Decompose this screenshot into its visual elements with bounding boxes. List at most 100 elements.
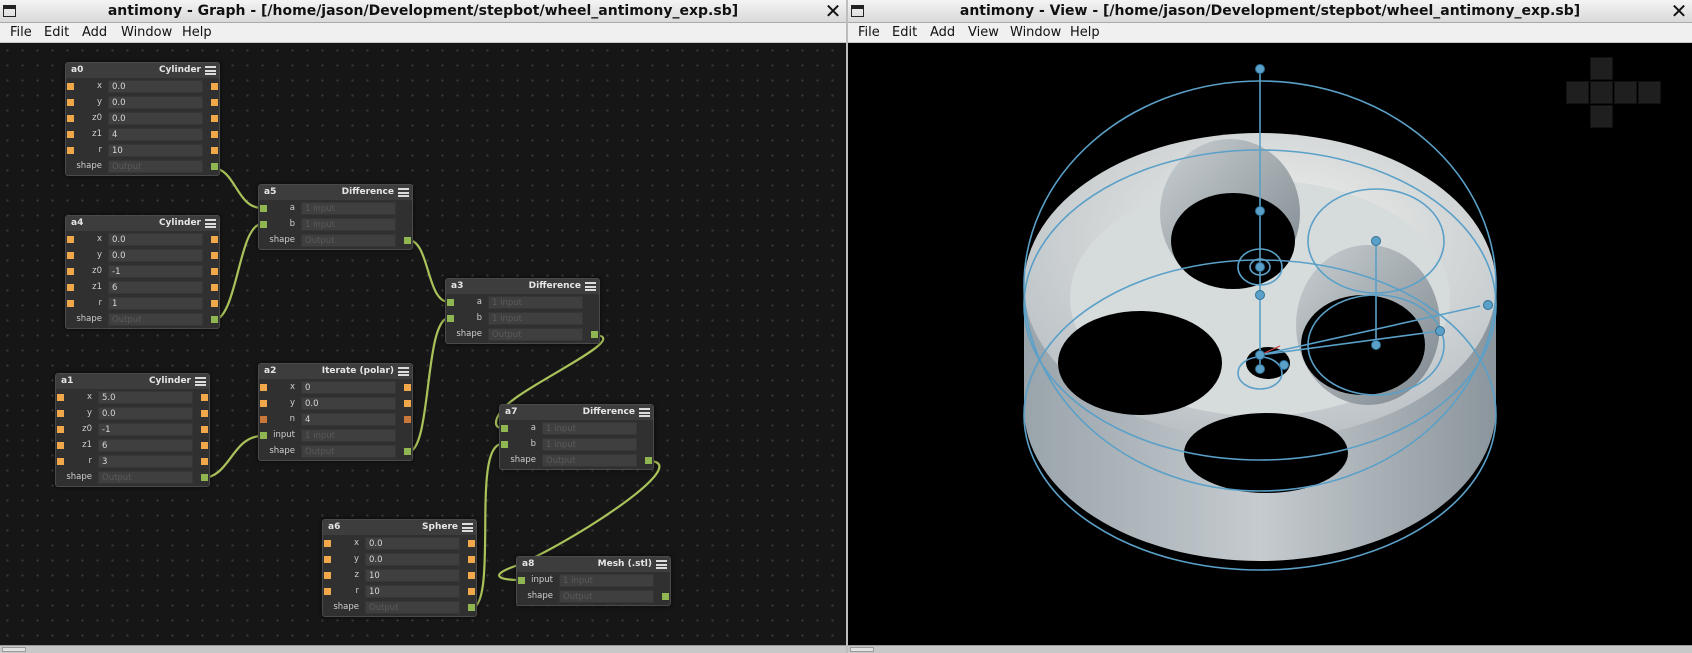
close-icon[interactable]: ✕ (823, 1, 843, 21)
output-port[interactable] (201, 426, 208, 433)
input-port[interactable] (67, 236, 74, 243)
value-field[interactable]: 5.0 (98, 391, 193, 404)
input-port[interactable] (67, 284, 74, 291)
node-header[interactable]: a4 Cylinder (66, 216, 219, 231)
input-port[interactable] (67, 252, 74, 259)
graph-titlebar[interactable]: antimony - Graph - [/home/jason/Developm… (0, 0, 846, 23)
menu-edit[interactable]: Edit (44, 23, 69, 43)
menu-help[interactable]: Help (182, 23, 212, 43)
shape-input-port[interactable] (447, 315, 454, 322)
value-field[interactable]: 0.0 (98, 407, 193, 420)
menu-window[interactable]: Window (121, 23, 172, 43)
input-port[interactable] (260, 400, 267, 407)
input-port[interactable] (67, 99, 74, 106)
value-field[interactable]: 0.0 (108, 96, 203, 109)
shape-output-port[interactable] (468, 604, 475, 611)
input-port[interactable] (57, 442, 64, 449)
input-port[interactable] (260, 416, 267, 423)
node-header[interactable]: a2 Iterate (polar) (259, 364, 412, 379)
node-header[interactable]: a1 Cylinder (56, 374, 209, 389)
input-port[interactable] (67, 83, 74, 90)
input-port[interactable] (260, 384, 267, 391)
shape-input-port[interactable] (260, 221, 267, 228)
nav-cube-bottom[interactable] (1590, 105, 1613, 128)
node-a4[interactable]: a4 Cylinder x 0.0 y 0.0 z0 -1 z1 6 r1 shape O… (65, 215, 220, 329)
node-menu-icon[interactable] (585, 282, 596, 291)
shape-output-port[interactable] (645, 457, 652, 464)
output-port[interactable] (201, 458, 208, 465)
input-port[interactable] (57, 458, 64, 465)
value-field[interactable]: 0 (301, 381, 396, 394)
input-port[interactable] (67, 300, 74, 307)
node-a7[interactable]: a7 Difference a 1 input b 1 input shape Out… (499, 404, 654, 470)
shape-output-port[interactable] (591, 331, 598, 338)
output-port[interactable] (211, 83, 218, 90)
input-port[interactable] (324, 540, 331, 547)
value-field[interactable]: 0.0 (365, 553, 460, 566)
value-field[interactable]: 10 (108, 144, 203, 157)
node-menu-icon[interactable] (639, 408, 650, 417)
output-port[interactable] (404, 416, 411, 423)
node-menu-icon[interactable] (656, 560, 667, 569)
value-field[interactable]: -1 (98, 423, 193, 436)
shape-output-port[interactable] (201, 474, 208, 481)
menu-view[interactable]: View (968, 23, 999, 43)
shape-input-port[interactable] (447, 299, 454, 306)
output-port[interactable] (201, 394, 208, 401)
shape-input-port[interactable] (501, 425, 508, 432)
output-port[interactable] (404, 384, 411, 391)
menu-edit[interactable]: Edit (892, 23, 917, 43)
output-port[interactable] (211, 131, 218, 138)
value-field[interactable]: -1 (108, 265, 203, 278)
output-port[interactable] (468, 588, 475, 595)
menu-file[interactable]: File (858, 23, 880, 43)
input-port[interactable] (67, 115, 74, 122)
value-field[interactable]: 0.0 (108, 249, 203, 262)
node-menu-icon[interactable] (398, 367, 409, 376)
value-field[interactable]: 10 (365, 569, 460, 582)
input-port[interactable] (67, 147, 74, 154)
value-field[interactable]: 0.0 (365, 537, 460, 550)
node-a3[interactable]: a3 Difference a 1 input b 1 input shape Out… (445, 278, 600, 344)
nav-cube-front[interactable] (1590, 81, 1613, 104)
shape-output-port[interactable] (211, 316, 218, 323)
nav-cube-right[interactable] (1614, 81, 1637, 104)
value-field[interactable]: 6 (98, 439, 193, 452)
node-a1[interactable]: a1 Cylinder x 5.0 y 0.0 z0 -1 z1 6 r3 shape O… (55, 373, 210, 487)
node-a2[interactable]: a2 Iterate (polar) x0 y 0.0 n4 input 1 inp… (258, 363, 413, 461)
menu-add[interactable]: Add (82, 23, 107, 43)
node-a8[interactable]: a8 Mesh (.stl) input 1 input shape Output (516, 556, 671, 606)
node-header[interactable]: a6 Sphere (323, 520, 476, 535)
value-field[interactable]: 10 (365, 585, 460, 598)
output-port[interactable] (211, 300, 218, 307)
shape-input-port[interactable] (260, 205, 267, 212)
nav-cube-left[interactable] (1566, 81, 1589, 104)
menu-file[interactable]: File (10, 23, 32, 43)
output-port[interactable] (404, 400, 411, 407)
input-port[interactable] (324, 572, 331, 579)
input-port[interactable] (324, 556, 331, 563)
value-field[interactable]: 4 (301, 413, 396, 426)
value-field[interactable]: 4 (108, 128, 203, 141)
node-header[interactable]: a5 Difference (259, 185, 412, 200)
output-port[interactable] (211, 236, 218, 243)
node-a5[interactable]: a5 Difference a 1 input b 1 input shape Out… (258, 184, 413, 250)
output-port[interactable] (211, 268, 218, 275)
value-field[interactable]: 3 (98, 455, 193, 468)
input-port[interactable] (67, 131, 74, 138)
value-field[interactable]: 0.0 (108, 112, 203, 125)
nav-cube-top[interactable] (1590, 57, 1613, 80)
input-port[interactable] (57, 426, 64, 433)
output-port[interactable] (468, 540, 475, 547)
value-field[interactable]: 6 (108, 281, 203, 294)
output-port[interactable] (201, 410, 208, 417)
output-port[interactable] (211, 284, 218, 291)
close-icon[interactable]: ✕ (1669, 1, 1689, 21)
output-port[interactable] (468, 572, 475, 579)
node-header[interactable]: a7 Difference (500, 405, 653, 420)
node-menu-icon[interactable] (205, 66, 216, 75)
nav-cube-back[interactable] (1638, 81, 1661, 104)
node-header[interactable]: a3 Difference (446, 279, 599, 294)
output-port[interactable] (201, 442, 208, 449)
view-titlebar[interactable]: antimony - View - [/home/jason/Developme… (848, 0, 1692, 23)
